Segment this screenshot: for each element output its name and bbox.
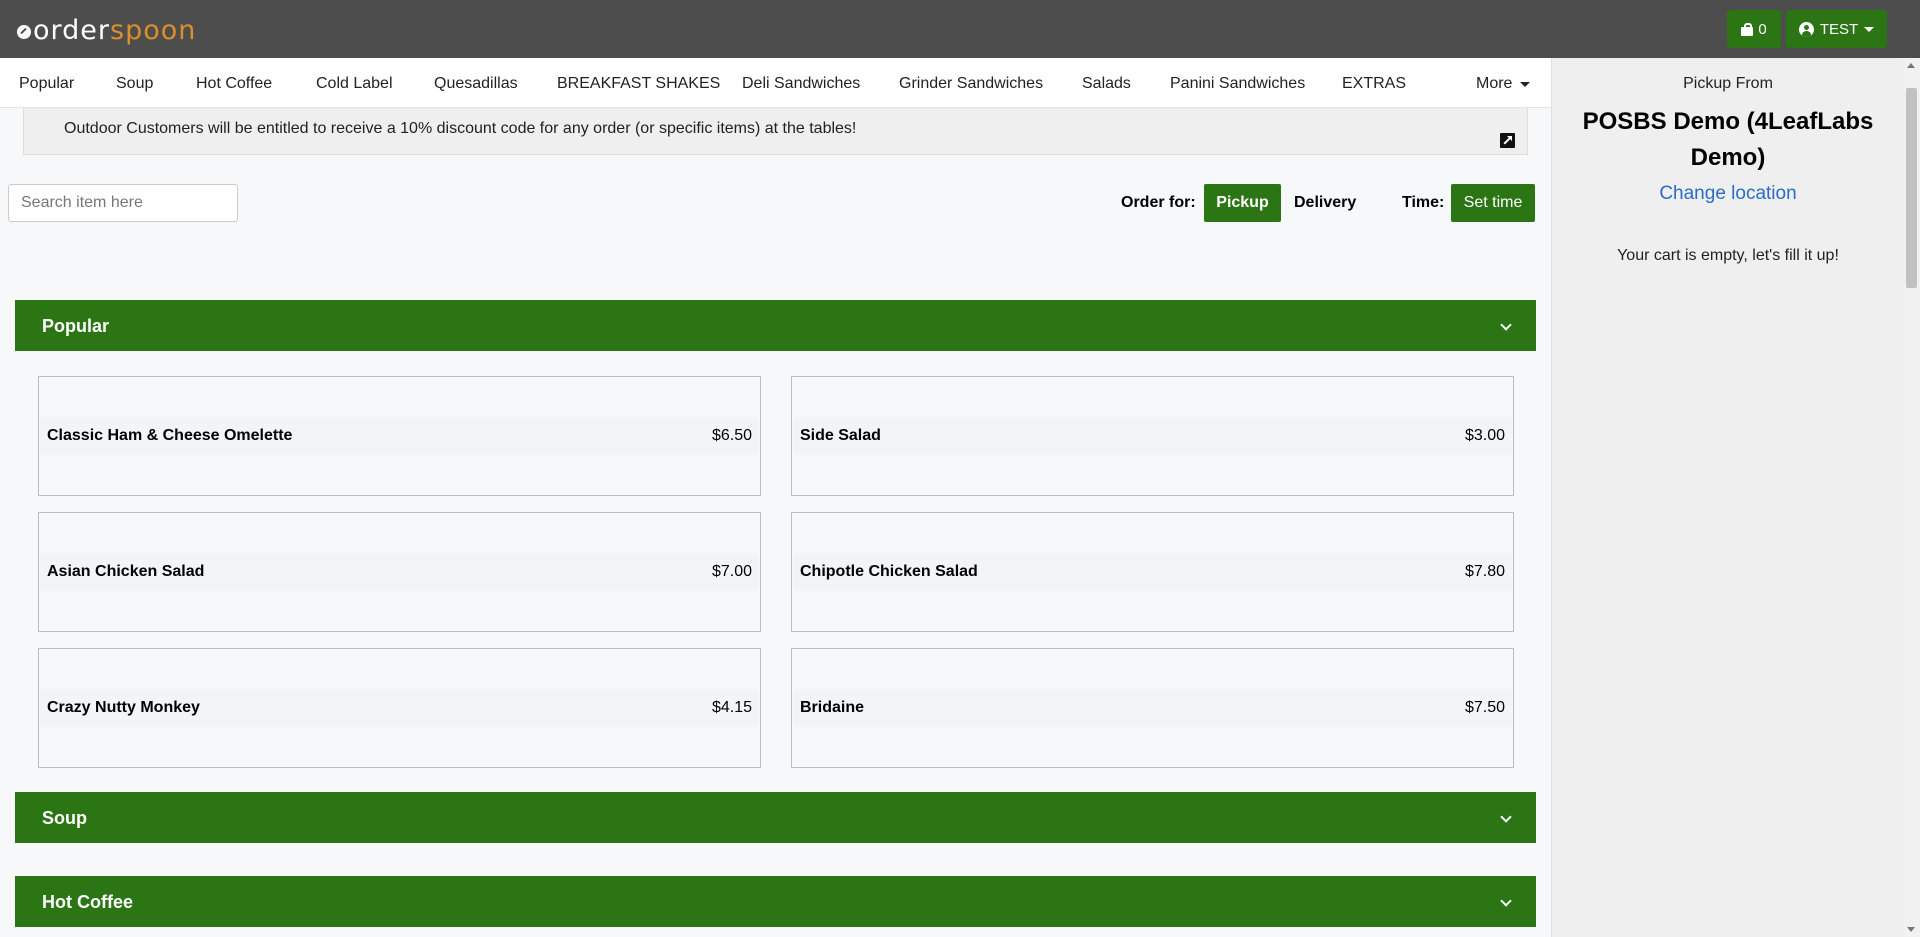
set-time-button[interactable]: Set time: [1451, 184, 1535, 222]
chevron-down-icon: [1500, 895, 1512, 907]
nav-item-cold-label[interactable]: Cold Label: [316, 75, 393, 93]
cart-sidebar: Pickup From POSBS Demo (4LeafLabs Demo) …: [1551, 58, 1903, 937]
menu-item-name: Asian Chicken Salad: [47, 563, 205, 580]
menu-item-card[interactable]: Asian Chicken Salad $7.00: [38, 512, 761, 632]
menu-item-name: Crazy Nutty Monkey: [47, 699, 200, 716]
section-header-popular[interactable]: Popular: [15, 300, 1536, 351]
nav-item-hot-coffee[interactable]: Hot Coffee: [196, 75, 272, 93]
category-nav: Popular Soup Hot Coffee Cold Label Quesa…: [0, 58, 1551, 108]
menu-item-price: $3.00: [1464, 427, 1505, 444]
menu-item-price: $7.80: [1464, 563, 1505, 580]
empty-cart-message: Your cart is empty, let's fill it up!: [1617, 247, 1839, 264]
logo-mark-icon: [17, 25, 31, 39]
menu-item-card[interactable]: Side Salad $3.00: [791, 376, 1514, 496]
menu-item-name: Chipotle Chicken Salad: [800, 563, 978, 580]
scroll-up-arrow-icon[interactable]: [1907, 63, 1915, 68]
menu-item-card[interactable]: Bridaine $7.50: [791, 648, 1514, 768]
nav-item-soup[interactable]: Soup: [116, 75, 153, 93]
scrollbar-thumb[interactable]: [1906, 88, 1917, 288]
menu-item-name: Classic Ham & Cheese Omelette: [47, 427, 293, 444]
menu-item-name: Bridaine: [800, 699, 865, 716]
logo-text-order: order: [33, 15, 110, 46]
nav-item-quesadillas[interactable]: Quesadillas: [434, 75, 518, 93]
nav-more-dropdown[interactable]: More: [1476, 75, 1531, 93]
caret-down-icon: [1864, 26, 1875, 32]
menu-item-card[interactable]: Chipotle Chicken Salad $7.80: [791, 512, 1514, 632]
change-location-link[interactable]: Change location: [1552, 183, 1904, 205]
delivery-button[interactable]: Delivery: [1294, 194, 1356, 212]
location-name: POSBS Demo (4LeafLabs Demo): [1582, 108, 1874, 171]
menu-item-price: $7.00: [711, 563, 752, 580]
menu-item-name: Side Salad: [800, 427, 881, 444]
announcement-text: Outdoor Customers will be entitled to re…: [64, 120, 857, 137]
order-for-label: Order for:: [1121, 194, 1196, 211]
user-menu-button[interactable]: TEST: [1786, 10, 1887, 48]
menu-item-card[interactable]: Classic Ham & Cheese Omelette $6.50: [38, 376, 761, 496]
user-label: TEST: [1819, 20, 1859, 38]
nav-item-panini-sandwiches[interactable]: Panini Sandwiches: [1170, 75, 1305, 93]
section-title: Popular: [42, 316, 110, 336]
pickup-from-label: Pickup From: [1683, 75, 1773, 92]
menu-item-price: $6.50: [711, 427, 752, 444]
chevron-down-icon: [1500, 811, 1512, 823]
shopping-bag-icon: [1741, 22, 1754, 36]
section-title: Soup: [42, 808, 87, 828]
logo-text-spoon: spoon: [110, 15, 197, 46]
nav-item-breakfast-shakes[interactable]: BREAKFAST SHAKES: [557, 75, 720, 93]
menu-item-price: $7.50: [1464, 699, 1505, 716]
nav-item-salads[interactable]: Salads: [1082, 75, 1131, 93]
pickup-button[interactable]: Pickup: [1204, 184, 1281, 222]
nav-item-popular[interactable]: Popular: [19, 75, 74, 93]
orderspoon-logo[interactable]: orderspoon: [17, 15, 196, 46]
page-scrollbar[interactable]: [1903, 58, 1920, 937]
cart-count: 0: [1758, 20, 1767, 38]
nav-item-deli-sandwiches[interactable]: Deli Sandwiches: [742, 75, 860, 93]
section-header-hot-coffee[interactable]: Hot Coffee: [15, 876, 1536, 927]
nav-item-extras[interactable]: EXTRAS: [1342, 75, 1406, 93]
expand-icon[interactable]: [1500, 133, 1515, 148]
section-title: Hot Coffee: [42, 892, 133, 912]
section-header-soup[interactable]: Soup: [15, 792, 1536, 843]
top-header: orderspoon 0 TEST: [0, 0, 1920, 58]
user-circle-icon: [1798, 21, 1814, 37]
nav-item-grinder-sandwiches[interactable]: Grinder Sandwiches: [899, 75, 1043, 93]
scroll-down-arrow-icon[interactable]: [1907, 927, 1915, 932]
announcement-banner: Outdoor Customers will be entitled to re…: [23, 108, 1528, 155]
cart-button[interactable]: 0: [1727, 10, 1781, 48]
time-label: Time:: [1402, 194, 1445, 211]
nav-more-label: More: [1476, 75, 1513, 92]
menu-item-card[interactable]: Crazy Nutty Monkey $4.15: [38, 648, 761, 768]
search-input[interactable]: [8, 184, 238, 222]
menu-item-price: $4.15: [711, 699, 752, 716]
caret-down-icon: [1520, 81, 1531, 87]
chevron-down-icon: [1500, 319, 1512, 331]
